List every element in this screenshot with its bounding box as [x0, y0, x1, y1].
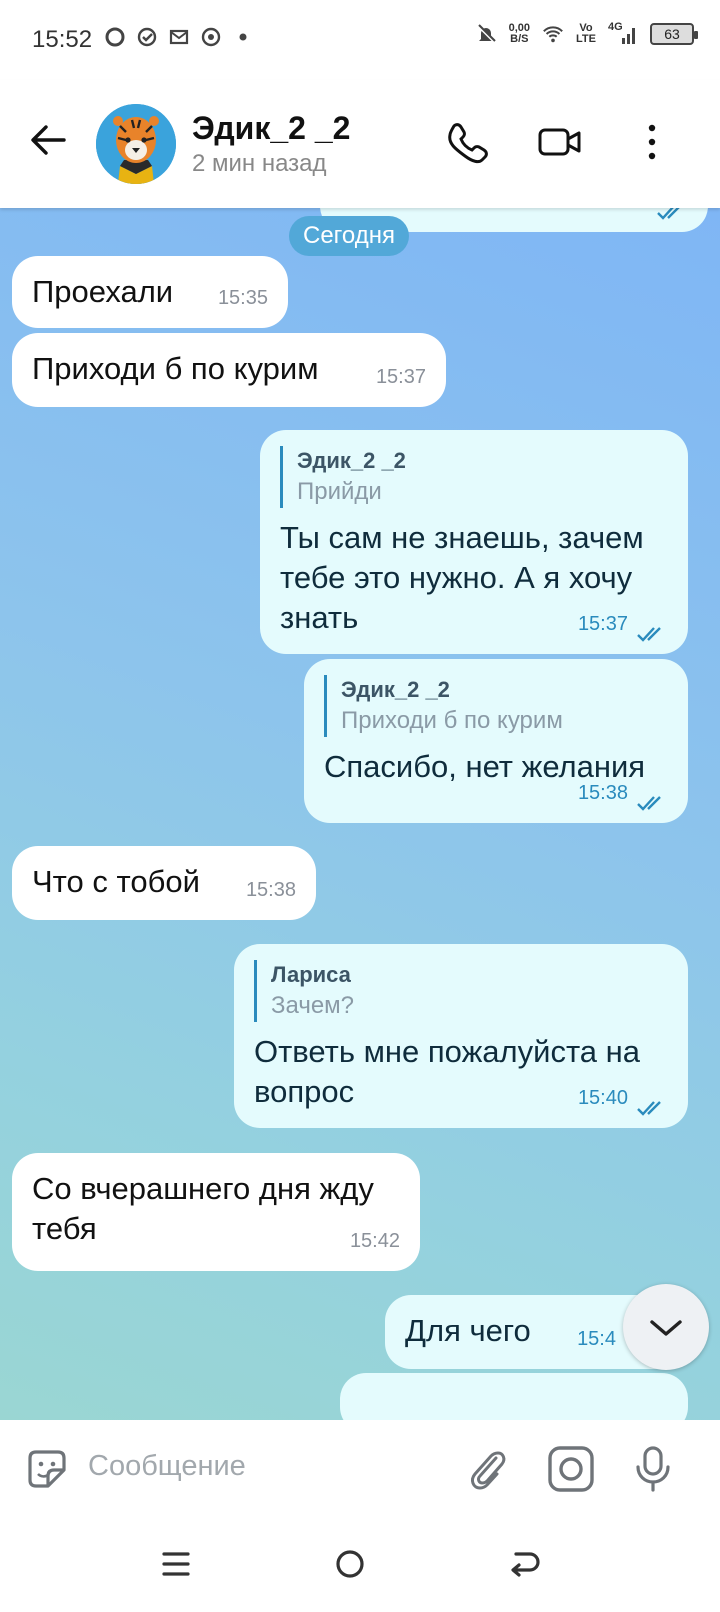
date-badge: Сегодня — [289, 216, 409, 256]
message-text: Проехали — [32, 274, 174, 309]
signal-group: 4G — [608, 22, 638, 46]
message-bubble-incoming[interactable]: Приходи б по курим 15:37 — [12, 333, 446, 407]
mail-icon — [169, 29, 189, 45]
last-seen-status: 2 мин назад — [192, 150, 327, 177]
wifi-icon — [543, 26, 563, 43]
phone-icon[interactable] — [444, 118, 492, 166]
read-checkmarks-icon — [637, 627, 661, 642]
chat-header: Эдик_2 _2 2 мин назад — [0, 80, 720, 208]
reply-quote[interactable]: Лариса Зачем? — [254, 960, 668, 1022]
message-time: 15:37 — [577, 613, 628, 635]
read-checkmarks-icon — [657, 208, 680, 220]
back-arrow-icon[interactable] — [26, 118, 70, 162]
camera-icon[interactable] — [546, 1444, 596, 1494]
message-time: 15:38 — [577, 782, 628, 804]
video-camera-icon[interactable] — [536, 118, 584, 166]
message-text: Приходи б по курим — [32, 351, 319, 386]
message-bubble-incoming[interactable]: Что с тобой 15:38 — [12, 846, 316, 920]
status-bar: 15:52 0,00 B/S Vo LTE 4G 63 — [0, 0, 720, 80]
message-text: Что с тобой — [32, 864, 200, 899]
volte-indicator: Vo LTE — [576, 22, 596, 45]
reply-author: Эдик_2 _2 — [341, 677, 450, 702]
message-time: 15:32 — [598, 208, 648, 222]
reply-text: Приходи б по курим — [341, 707, 563, 734]
scroll-to-bottom-button[interactable] — [623, 1284, 709, 1370]
contact-name[interactable]: Эдик_2 _2 — [192, 110, 350, 147]
status-time: 15:52 — [32, 26, 93, 53]
reply-author: Эдик_2 _2 — [297, 448, 406, 473]
microphone-icon[interactable] — [628, 1444, 678, 1494]
message-time: 15:37 — [375, 366, 426, 388]
sticker-icon[interactable] — [22, 1444, 72, 1494]
message-composer: Сообщение — [0, 1420, 720, 1516]
check-circle-icon — [137, 27, 157, 47]
reply-author: Лариса — [271, 962, 351, 987]
message-time: 15:35 — [217, 287, 268, 309]
message-bubble-incoming[interactable]: Проехали 15:35 — [12, 256, 288, 328]
system-icons: 0,00 B/S Vo LTE 4G 63 — [475, 22, 698, 46]
message-time: 15:40 — [577, 1087, 628, 1109]
message-input[interactable]: Сообщение — [88, 1450, 246, 1483]
reply-quote[interactable]: Эдик_2 _2 Прийди — [280, 446, 668, 508]
message-text: Со вчерашнего дня жду тебя — [32, 1171, 374, 1246]
battery-icon: 63 — [650, 23, 698, 45]
reply-text: Прийди — [297, 478, 382, 505]
system-navigation-bar — [0, 1516, 720, 1612]
more-vert-icon[interactable] — [628, 118, 676, 166]
bell-off-icon — [476, 24, 496, 43]
message-bubble-incoming[interactable]: Со вчерашнего дня жду тебя 15:42 — [12, 1153, 420, 1271]
recent-apps-icon[interactable] — [158, 1546, 194, 1582]
chat-notification-icon — [105, 27, 125, 47]
chevron-down-icon — [650, 1320, 682, 1336]
more-notifications-dot-icon — [239, 33, 247, 41]
avatar[interactable] — [96, 104, 176, 184]
reply-quote[interactable]: Эдик_2 _2 Приходи б по курим — [324, 675, 668, 737]
reply-text: Зачем? — [271, 992, 355, 1019]
attach-paperclip-icon[interactable] — [462, 1444, 512, 1494]
home-icon[interactable] — [332, 1546, 368, 1582]
message-bubble-outgoing[interactable]: Эдик_2 _2 Прийди Ты сам не знаешь, зачем… — [260, 430, 688, 654]
back-nav-icon[interactable] — [506, 1546, 542, 1582]
message-time: 15:38 — [245, 879, 296, 901]
read-checkmarks-icon — [637, 1101, 661, 1116]
message-time: 15:42 — [349, 1230, 400, 1252]
message-bubble-outgoing[interactable]: Эдик_2 _2 Приходи б по курим Спасибо, не… — [304, 659, 688, 823]
signal-icon — [622, 28, 635, 44]
tiger-avatar-image — [96, 104, 176, 184]
read-checkmarks-icon — [637, 796, 661, 811]
message-time: 15:4 — [577, 1328, 616, 1350]
message-text: Для чего — [405, 1313, 531, 1348]
notification-icons — [104, 26, 254, 48]
message-list[interactable]: 15:32 Сегодня Проехали 15:35 Приходи б п… — [0, 208, 720, 1420]
app-notification-icon — [201, 27, 221, 47]
message-bubble-partial[interactable] — [340, 1373, 688, 1420]
message-bubble-outgoing[interactable]: Лариса Зачем? Ответь мне пожалуйста на в… — [234, 944, 688, 1128]
net-speed: 0,00 B/S — [508, 22, 531, 45]
